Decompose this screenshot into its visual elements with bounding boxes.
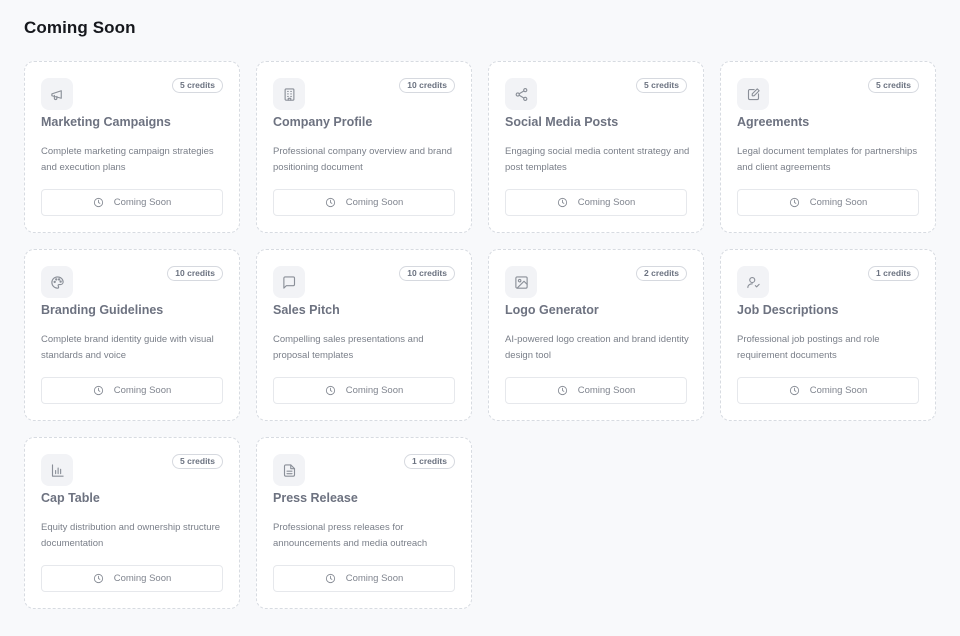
credits-badge: 5 credits (636, 78, 687, 93)
feature-card-job-descriptions[interactable]: 1 credits Job Descriptions Professional … (720, 249, 936, 421)
feature-card-cap-table[interactable]: 5 credits Cap Table Equity distribution … (24, 437, 240, 609)
user-check-icon (737, 266, 769, 298)
coming-soon-label: Coming Soon (809, 385, 868, 396)
message-square-icon (273, 266, 305, 298)
clock-icon (325, 573, 335, 584)
credits-badge: 10 credits (167, 266, 223, 281)
card-description: Engaging social media content strategy a… (505, 146, 690, 173)
card-description: AI-powered logo creation and brand ident… (505, 334, 689, 361)
credits-badge: 5 credits (868, 78, 919, 93)
credits-badge: 5 credits (172, 78, 223, 93)
building-icon (273, 78, 305, 110)
card-title: Sales Pitch (273, 303, 340, 317)
card-title: Logo Generator (505, 303, 599, 317)
feature-card-branding-guidelines[interactable]: 10 credits Branding Guidelines Complete … (24, 249, 240, 421)
coming-soon-button[interactable]: Coming Soon (737, 377, 919, 404)
clock-icon (325, 385, 335, 396)
card-title: Company Profile (273, 115, 373, 129)
clock-icon (557, 197, 567, 208)
coming-soon-label: Coming Soon (345, 573, 404, 584)
credits-badge: 1 credits (404, 454, 455, 469)
share-icon (505, 78, 537, 110)
coming-soon-label: Coming Soon (809, 197, 868, 208)
feature-card-sales-pitch[interactable]: 10 credits Sales Pitch Compelling sales … (256, 249, 472, 421)
card-description: Professional company overview and brand … (273, 146, 453, 173)
feature-card-company-profile[interactable]: 10 credits Company Profile Professional … (256, 61, 472, 233)
coming-soon-button[interactable]: Coming Soon (505, 189, 687, 216)
coming-soon-label: Coming Soon (345, 385, 404, 396)
coming-soon-label: Coming Soon (113, 385, 172, 396)
clock-icon (325, 197, 335, 208)
clock-icon (557, 385, 567, 396)
credits-badge: 5 credits (172, 454, 223, 469)
coming-soon-button[interactable]: Coming Soon (273, 565, 455, 592)
clock-icon (93, 197, 103, 208)
coming-soon-label: Coming Soon (113, 197, 172, 208)
coming-soon-button[interactable]: Coming Soon (273, 377, 455, 404)
clock-icon (93, 385, 103, 396)
coming-soon-button[interactable]: Coming Soon (505, 377, 687, 404)
credits-badge: 10 credits (399, 78, 455, 93)
credits-badge: 2 credits (636, 266, 687, 281)
clock-icon (789, 385, 799, 396)
card-title: Agreements (737, 115, 810, 129)
card-title: Branding Guidelines (41, 303, 164, 317)
bar-chart-icon (41, 454, 73, 486)
card-title: Cap Table (41, 491, 100, 505)
card-description: Professional press releases for announce… (273, 522, 428, 549)
coming-soon-button[interactable]: Coming Soon (273, 189, 455, 216)
coming-soon-label: Coming Soon (577, 197, 636, 208)
clock-icon (789, 197, 799, 208)
card-description: Equity distribution and ownership struct… (41, 522, 221, 549)
page-title: Coming Soon (24, 18, 136, 37)
coming-soon-button[interactable]: Coming Soon (41, 377, 223, 404)
card-description: Complete brand identity guide with visua… (41, 334, 214, 361)
feature-card-logo-generator[interactable]: 2 credits Logo Generator AI-powered logo… (488, 249, 704, 421)
card-title: Job Descriptions (737, 303, 839, 317)
coming-soon-button[interactable]: Coming Soon (41, 189, 223, 216)
card-description: Compelling sales presentations and propo… (273, 334, 424, 361)
feature-grid: 5 credits Marketing Campaigns Complete m… (24, 61, 936, 609)
coming-soon-button[interactable]: Coming Soon (41, 565, 223, 592)
coming-soon-label: Coming Soon (345, 197, 404, 208)
image-icon (505, 266, 537, 298)
file-text-icon (273, 454, 305, 486)
feature-card-marketing-campaigns[interactable]: 5 credits Marketing Campaigns Complete m… (24, 61, 240, 233)
card-title: Press Release (273, 491, 358, 505)
coming-soon-button[interactable]: Coming Soon (737, 189, 919, 216)
card-description: Professional job postings and role requi… (737, 334, 880, 361)
card-title: Marketing Campaigns (41, 115, 171, 129)
palette-icon (41, 266, 73, 298)
megaphone-icon (41, 78, 73, 110)
coming-soon-label: Coming Soon (577, 385, 636, 396)
clock-icon (93, 573, 103, 584)
card-description: Legal document templates for partnership… (737, 146, 918, 173)
credits-badge: 10 credits (399, 266, 455, 281)
edit-document-icon (737, 78, 769, 110)
coming-soon-label: Coming Soon (113, 573, 172, 584)
card-title: Social Media Posts (505, 115, 619, 129)
card-description: Complete marketing campaign strategies a… (41, 146, 214, 173)
feature-card-agreements[interactable]: 5 credits Agreements Legal document temp… (720, 61, 936, 233)
feature-card-social-media-posts[interactable]: 5 credits Social Media Posts Engaging so… (488, 61, 704, 233)
credits-badge: 1 credits (868, 266, 919, 281)
feature-card-press-release[interactable]: 1 credits Press Release Professional pre… (256, 437, 472, 609)
